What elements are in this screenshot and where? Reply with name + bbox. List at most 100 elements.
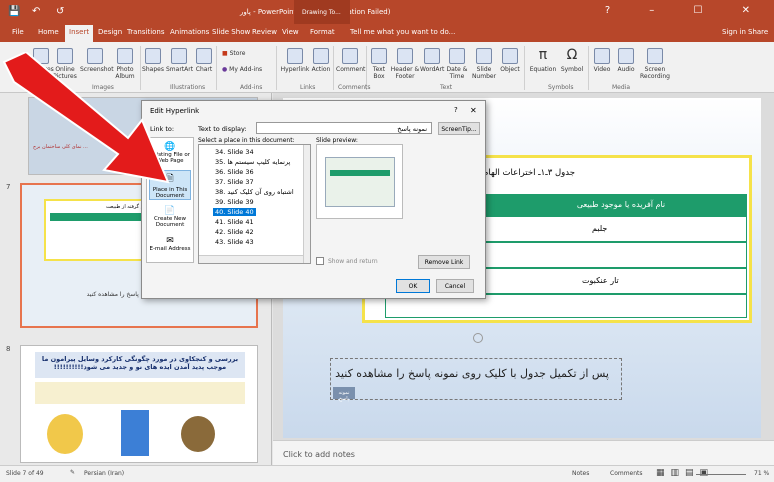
close-icon[interactable]: ✕: [470, 106, 477, 115]
group-label-media: Media: [612, 84, 631, 91]
notes-pane[interactable]: Click to add notes: [273, 440, 774, 465]
remove-link-button[interactable]: Remove Link: [418, 255, 470, 269]
rotate-handle-icon[interactable]: [473, 333, 483, 343]
comments-toggle[interactable]: Comments: [610, 470, 643, 477]
list-horizontal-scrollbar[interactable]: [199, 255, 303, 263]
symbol-label: Symbol: [560, 66, 584, 73]
notes-toggle[interactable]: Notes: [572, 470, 589, 477]
list-item[interactable]: 41. Slide 41: [215, 218, 254, 226]
thumbnail-slide-title: بررسی و کنجکاوی در مورد چگونگی کارکرد وس…: [35, 352, 245, 378]
select-place-label: Select a place in this document:: [198, 137, 295, 144]
header-footer-icon: [397, 48, 413, 64]
group-label-text: Text: [440, 84, 453, 91]
nav-create-new-label: Create New Document: [153, 216, 187, 228]
symbol-button[interactable]: Ω Symbol: [558, 48, 586, 73]
chart-button[interactable]: Chart: [194, 48, 214, 73]
header-footer-button[interactable]: Header & Footer: [390, 48, 420, 80]
nav-email[interactable]: ✉ E-mail Address: [149, 236, 191, 252]
view-buttons[interactable]: ▦▥▤▣: [656, 468, 714, 478]
hyperlink-button[interactable]: Hyperlink: [280, 48, 310, 73]
tab-file[interactable]: File: [12, 28, 24, 36]
language-indicator[interactable]: Persian (Iran): [84, 470, 124, 477]
list-item[interactable]: 35. پرنمایه کلیپ سیستم ها: [215, 158, 290, 166]
object-button[interactable]: Object: [498, 48, 522, 73]
ok-button[interactable]: OK: [396, 279, 430, 293]
ribbon-tabs: File Home Insert Design Transitions Anim…: [0, 24, 774, 42]
wordart-icon: [424, 48, 440, 64]
audio-icon: [618, 48, 634, 64]
save-icon[interactable]: 💾: [8, 6, 20, 17]
divider: [588, 46, 589, 90]
answer-button[interactable]: نمونه پاسخ: [333, 387, 355, 402]
my-addins-button[interactable]: ● My Add-ins: [222, 66, 272, 73]
video-icon: [594, 48, 610, 64]
comment-label: Comment: [336, 66, 366, 73]
my-addins-label: My Add-ins: [229, 66, 263, 73]
email-icon: ✉: [166, 236, 174, 246]
action-icon: [313, 48, 329, 64]
zoom-slider[interactable]: [696, 474, 746, 475]
sign-in-link[interactable]: Sign in: [722, 28, 746, 36]
caption-textbox[interactable]: پس از تکمیل جدول با کلیک روی نمونه پاسخ …: [330, 358, 622, 402]
wordart-button[interactable]: WordArt: [420, 48, 444, 73]
edit-hyperlink-dialog: Edit Hyperlink ? ✕ Link to: Text to disp…: [141, 100, 486, 299]
list-item[interactable]: 38. اشتباه روی آن کلیک کنید: [215, 188, 294, 196]
help-icon[interactable]: ?: [454, 106, 458, 114]
store-icon: ■: [222, 50, 230, 57]
tab-format[interactable]: Format: [310, 28, 335, 36]
list-scrollbar[interactable]: [303, 145, 310, 263]
show-return-label: Show and return: [328, 258, 378, 265]
list-item-selected[interactable]: 40. Slide 40: [213, 208, 256, 216]
video-button[interactable]: Video: [590, 48, 614, 73]
list-item[interactable]: 37. Slide 37: [215, 178, 254, 186]
comment-button[interactable]: Comment: [336, 48, 366, 73]
window-controls[interactable]: ? – ☐ ✕: [605, 5, 768, 16]
redo-icon[interactable]: ↺: [56, 6, 64, 17]
tab-design[interactable]: Design: [98, 28, 122, 36]
equation-button[interactable]: π Equation: [528, 48, 558, 73]
document-places-list[interactable]: 34. Slide 34 35. پرنمایه کلیپ سیستم ها 3…: [198, 144, 311, 264]
thumbnail-image-1: [47, 414, 83, 454]
tab-transitions[interactable]: Transitions: [127, 28, 165, 36]
action-label: Action: [311, 66, 331, 73]
text-to-display-input[interactable]: نمونه پاسخ: [256, 122, 432, 134]
date-time-label: Date & Time: [446, 66, 468, 80]
tell-me-search[interactable]: Tell me what you want to do...: [350, 28, 455, 36]
tab-home[interactable]: Home: [38, 28, 59, 36]
tab-animations[interactable]: Animations: [170, 28, 209, 36]
store-label: Store: [229, 50, 246, 57]
table-cell: تار عنکبوت: [582, 276, 619, 285]
audio-button[interactable]: Audio: [614, 48, 638, 73]
store-button[interactable]: ■ Store: [222, 50, 262, 57]
slide-preview: [316, 144, 403, 219]
tab-review[interactable]: Review: [252, 28, 277, 36]
slide-number-button[interactable]: Slide Number: [470, 48, 498, 80]
list-item[interactable]: 36. Slide 36: [215, 168, 254, 176]
undo-icon[interactable]: ↶: [32, 6, 40, 17]
tab-insert[interactable]: Insert: [65, 25, 94, 42]
spell-check-icon[interactable]: ✎: [70, 469, 75, 476]
divider: [276, 46, 277, 90]
share-button[interactable]: Share: [748, 28, 768, 36]
slide-number-8: 8: [6, 345, 11, 353]
divider: [216, 46, 217, 90]
tab-slide-show[interactable]: Slide Show: [212, 28, 250, 36]
video-label: Video: [593, 66, 611, 73]
drawing-tools-context-tab: Drawing To...: [294, 0, 350, 24]
action-button[interactable]: Action: [310, 48, 332, 73]
show-return-checkbox[interactable]: [316, 257, 324, 265]
tab-view[interactable]: View: [282, 28, 299, 36]
list-item[interactable]: 42. Slide 42: [215, 228, 254, 236]
screen-recording-button[interactable]: Screen Recording: [638, 48, 672, 80]
list-item[interactable]: 34. Slide 34: [215, 148, 254, 156]
cancel-button[interactable]: Cancel: [436, 279, 474, 293]
status-bar: Slide 7 of 49 ✎ Persian (Iran) Notes Com…: [0, 465, 774, 482]
text-box-button[interactable]: Text Box: [368, 48, 390, 80]
slide-thumbnail-8[interactable]: بررسی و کنجکاوی در مورد چگونگی کارکرد وس…: [20, 345, 258, 463]
nav-create-new[interactable]: 📄 Create New Document: [149, 206, 191, 228]
date-time-button[interactable]: Date & Time: [444, 48, 470, 80]
list-item[interactable]: 43. Slide 43: [215, 238, 254, 246]
list-item[interactable]: 39. Slide 39: [215, 198, 254, 206]
screentip-button[interactable]: ScreenTip...: [438, 122, 480, 135]
zoom-level[interactable]: 71 %: [754, 470, 769, 477]
